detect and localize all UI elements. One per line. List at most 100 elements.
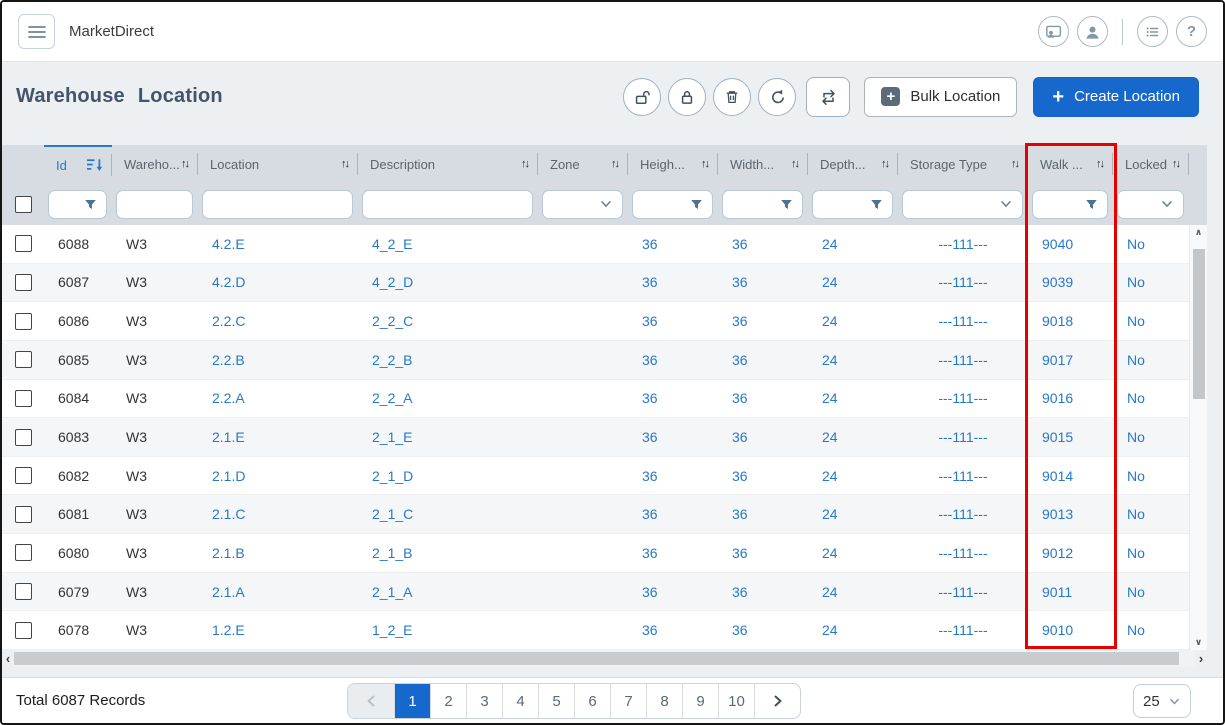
row-checkbox[interactable] — [15, 622, 32, 639]
table-row[interactable]: 6081W32.1.C2_1_C363624---111---9013No — [2, 495, 1189, 534]
table-row[interactable]: 6086W32.2.C2_2_C363624---111---9018No — [2, 302, 1189, 341]
cell-height[interactable]: 36 — [628, 302, 718, 340]
cell-width[interactable]: 36 — [718, 264, 808, 302]
cell-storage_type[interactable]: ---111--- — [898, 457, 1028, 495]
cell-description[interactable]: 2_1_D — [358, 457, 538, 495]
table-row[interactable]: 6087W34.2.D4_2_D363624---111---9039No — [2, 264, 1189, 303]
column-header-warehouse[interactable]: Wareho...↑↓ — [112, 145, 198, 183]
table-row[interactable]: 6084W32.2.A2_2_A363624---111---9016No — [2, 380, 1189, 419]
cell-zone[interactable] — [538, 380, 628, 418]
cell-storage_type[interactable]: ---111--- — [898, 225, 1028, 263]
cell-depth[interactable]: 24 — [808, 341, 898, 379]
cell-walk[interactable]: 9016 — [1028, 380, 1113, 418]
cell-width[interactable]: 36 — [718, 573, 808, 611]
page-size-select[interactable]: 25 — [1133, 684, 1191, 718]
cell-depth[interactable]: 24 — [808, 573, 898, 611]
vertical-scrollbar-thumb[interactable] — [1193, 249, 1205, 399]
cell-depth[interactable]: 24 — [808, 495, 898, 533]
filter-id[interactable] — [48, 190, 107, 219]
filter-location[interactable] — [202, 190, 353, 219]
cell-location[interactable]: 4.2.E — [198, 225, 358, 263]
cell-locked[interactable]: No — [1113, 380, 1189, 418]
horizontal-scrollbar[interactable]: ‹ › — [2, 650, 1207, 667]
cell-storage_type[interactable]: ---111--- — [898, 341, 1028, 379]
column-header-walk[interactable]: Walk ...↑↓ — [1028, 145, 1113, 183]
cell-locked[interactable]: No — [1113, 573, 1189, 611]
unlock-button[interactable] — [623, 78, 661, 116]
cell-width[interactable]: 36 — [718, 341, 808, 379]
cell-depth[interactable]: 24 — [808, 457, 898, 495]
filter-zone[interactable] — [542, 190, 623, 219]
scroll-right-icon[interactable]: › — [1195, 650, 1207, 667]
cell-depth[interactable]: 24 — [808, 264, 898, 302]
cell-walk[interactable]: 9014 — [1028, 457, 1113, 495]
table-row[interactable]: 6079W32.1.A2_1_A363624---111---9011No — [2, 573, 1189, 612]
cell-locked[interactable]: No — [1113, 611, 1189, 649]
cell-zone[interactable] — [538, 225, 628, 263]
page-2[interactable]: 2 — [430, 684, 466, 718]
user-profile-button[interactable] — [1077, 16, 1108, 47]
cell-walk[interactable]: 9010 — [1028, 611, 1113, 649]
cell-width[interactable]: 36 — [718, 495, 808, 533]
next-page-button[interactable] — [754, 684, 800, 718]
filter-locked[interactable] — [1117, 190, 1184, 219]
cell-walk[interactable]: 9017 — [1028, 341, 1113, 379]
page-6[interactable]: 6 — [574, 684, 610, 718]
cell-zone[interactable] — [538, 611, 628, 649]
filter-depth[interactable] — [812, 190, 893, 219]
menu-button[interactable] — [18, 14, 55, 49]
column-header-zone[interactable]: Zone↑↓ — [538, 145, 628, 183]
cell-storage_type[interactable]: ---111--- — [898, 380, 1028, 418]
column-header-description[interactable]: Description↑↓ — [358, 145, 538, 183]
page-1[interactable]: 1 — [394, 684, 430, 718]
cell-depth[interactable]: 24 — [808, 418, 898, 456]
table-row[interactable]: 6080W32.1.B2_1_B363624---111---9012No — [2, 534, 1189, 573]
cell-walk[interactable]: 9013 — [1028, 495, 1113, 533]
cell-zone[interactable] — [538, 418, 628, 456]
help-button[interactable]: ? — [1176, 16, 1207, 47]
cell-zone[interactable] — [538, 534, 628, 572]
table-row[interactable]: 6088W34.2.E4_2_E363624---111---9040No — [2, 225, 1189, 264]
lock-button[interactable] — [668, 78, 706, 116]
table-row[interactable]: 6083W32.1.E2_1_E363624---111---9015No — [2, 418, 1189, 457]
cell-location[interactable]: 2.1.A — [198, 573, 358, 611]
cell-depth[interactable]: 24 — [808, 225, 898, 263]
cell-width[interactable]: 36 — [718, 611, 808, 649]
cell-width[interactable]: 36 — [718, 302, 808, 340]
delete-button[interactable] — [713, 78, 751, 116]
cell-storage_type[interactable]: ---111--- — [898, 611, 1028, 649]
column-header-location[interactable]: Location↑↓ — [198, 145, 358, 183]
page-8[interactable]: 8 — [646, 684, 682, 718]
cell-location[interactable]: 1.2.E — [198, 611, 358, 649]
cell-walk[interactable]: 9012 — [1028, 534, 1113, 572]
cell-width[interactable]: 36 — [718, 225, 808, 263]
filter-height[interactable] — [632, 190, 713, 219]
cell-storage_type[interactable]: ---111--- — [898, 495, 1028, 533]
cell-locked[interactable]: No — [1113, 418, 1189, 456]
cell-width[interactable]: 36 — [718, 457, 808, 495]
cell-height[interactable]: 36 — [628, 534, 718, 572]
cell-location[interactable]: 2.1.E — [198, 418, 358, 456]
cell-locked[interactable]: No — [1113, 457, 1189, 495]
cell-locked[interactable]: No — [1113, 225, 1189, 263]
cell-location[interactable]: 2.2.A — [198, 380, 358, 418]
cell-zone[interactable] — [538, 495, 628, 533]
cell-location[interactable]: 4.2.D — [198, 264, 358, 302]
page-9[interactable]: 9 — [682, 684, 718, 718]
cell-description[interactable]: 2_2_A — [358, 380, 538, 418]
horizontal-scrollbar-track[interactable] — [14, 650, 1195, 667]
page-4[interactable]: 4 — [502, 684, 538, 718]
row-checkbox[interactable] — [15, 313, 32, 330]
column-header-height[interactable]: Heigh...↑↓ — [628, 145, 718, 183]
page-3[interactable]: 3 — [466, 684, 502, 718]
cell-depth[interactable]: 24 — [808, 534, 898, 572]
cell-storage_type[interactable]: ---111--- — [898, 264, 1028, 302]
cell-storage_type[interactable]: ---111--- — [898, 418, 1028, 456]
cell-description[interactable]: 2_2_C — [358, 302, 538, 340]
cell-height[interactable]: 36 — [628, 264, 718, 302]
cell-locked[interactable]: No — [1113, 302, 1189, 340]
refresh-button[interactable] — [758, 78, 796, 116]
cell-zone[interactable] — [538, 573, 628, 611]
page-5[interactable]: 5 — [538, 684, 574, 718]
cell-description[interactable]: 2_1_B — [358, 534, 538, 572]
